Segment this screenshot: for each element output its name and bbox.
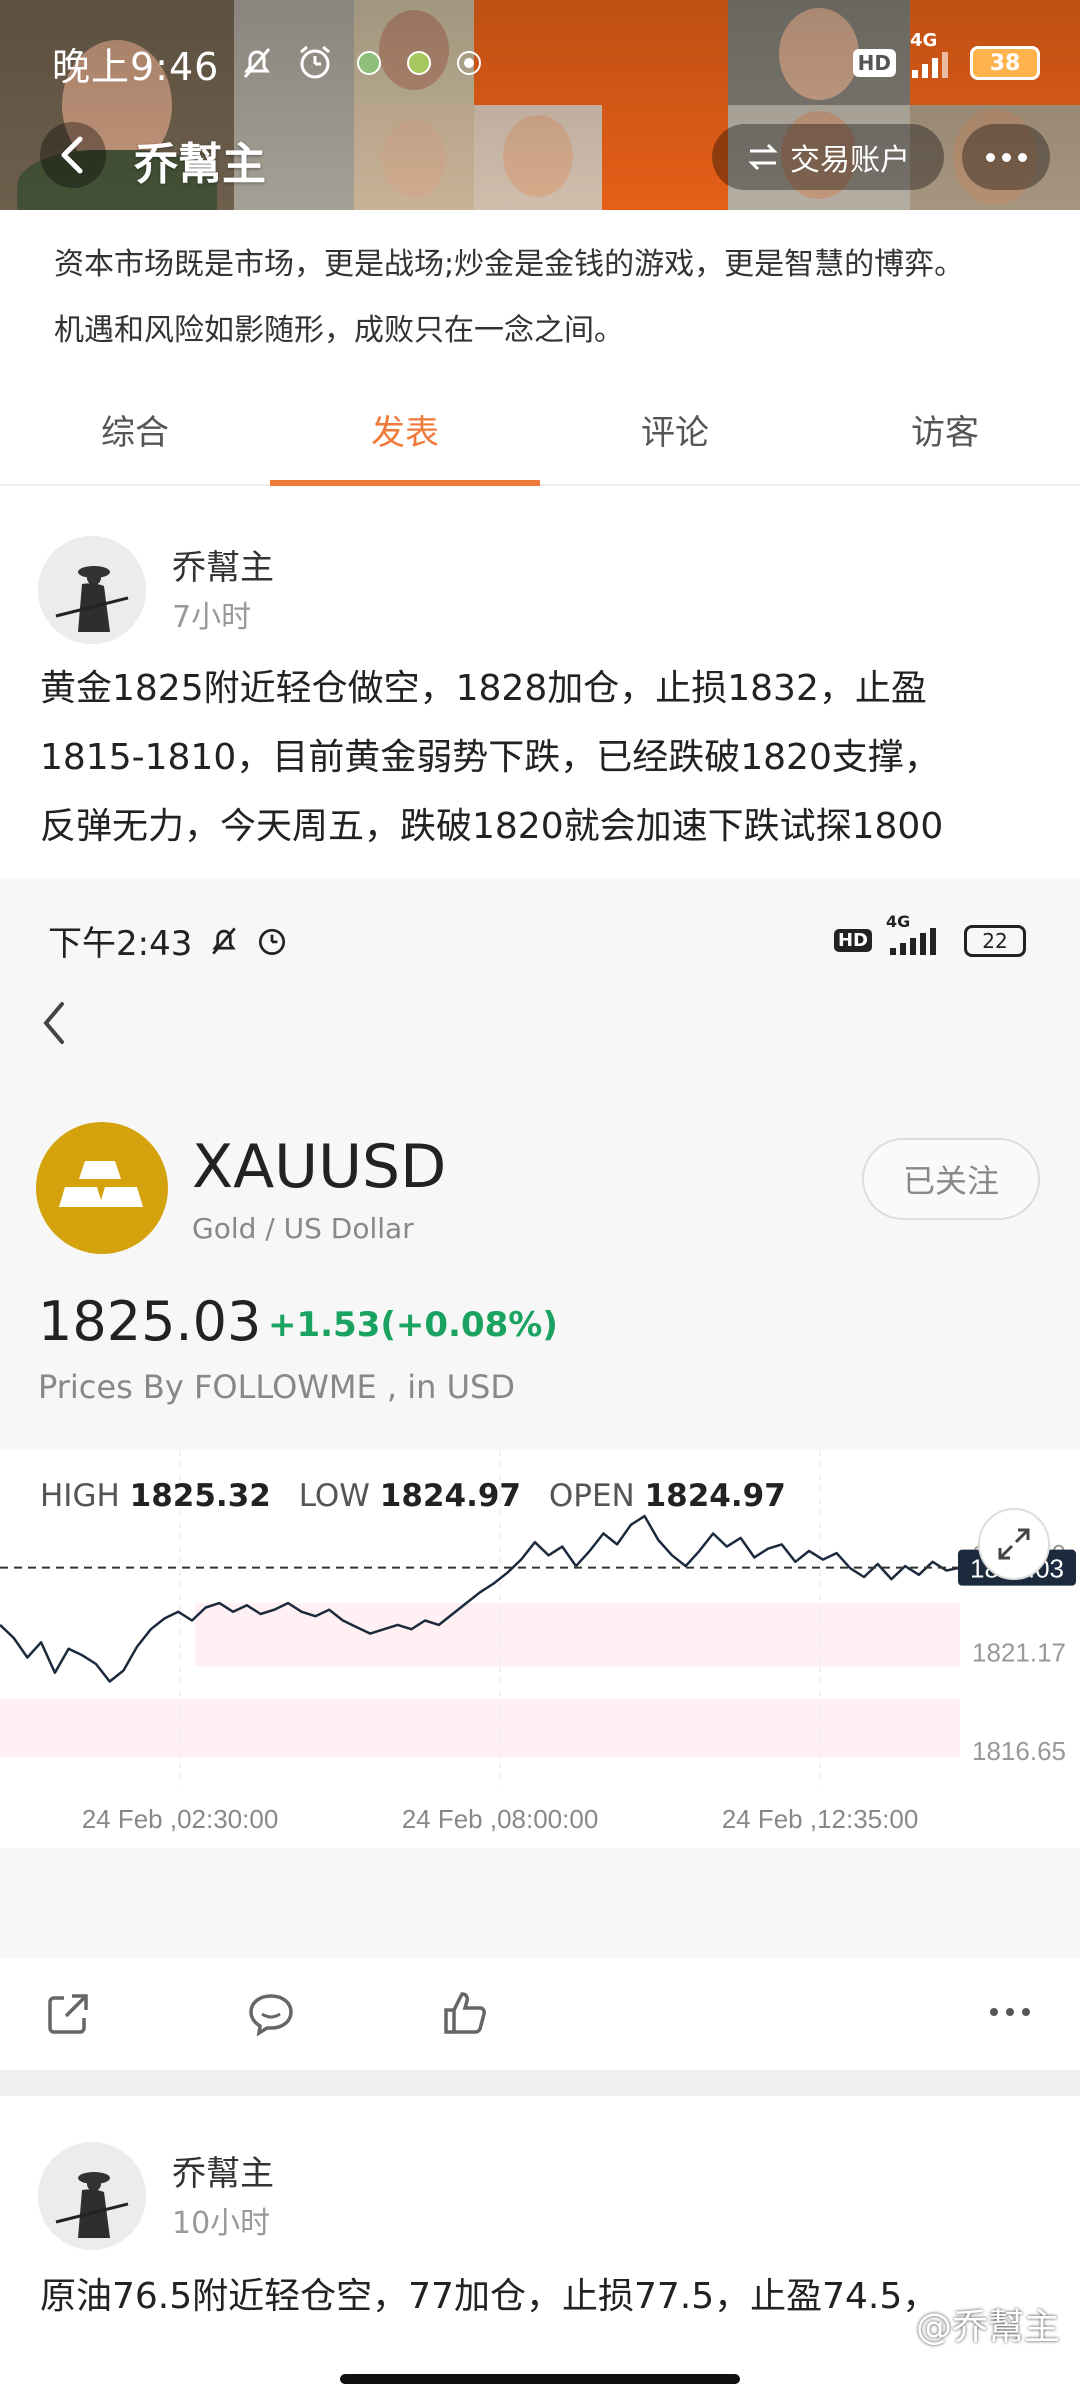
y-tick-label: 1816.65 [972,1736,1066,1766]
trading-account-label: 交易账户 [790,143,910,178]
price-source: Prices By FOLLOWME , in USD [38,1368,515,1406]
tab-overview[interactable]: 综合 [0,390,270,484]
mute-icon [237,43,277,83]
open-label: OPEN [548,1478,635,1514]
embedded-back-button [40,1000,70,1050]
network-type: 4G [886,911,911,931]
signal-icon: 4G [886,912,950,956]
symbol-description: Gold / US Dollar [192,1212,414,1245]
comment-button[interactable] [246,1990,296,2042]
x-tick-label: 24 Feb ,02:30:00 [82,1804,279,1834]
high-label: HIGH [40,1478,120,1514]
battery-icon: 22 [964,924,1026,957]
app-notification-icon [403,47,435,79]
y-tick-label: 1821.17 [972,1638,1066,1668]
thumbs-up-icon [444,1992,486,2034]
alarm-icon [295,43,335,83]
low-label: LOW [298,1478,370,1514]
trading-account-button[interactable]: 交易账户 [712,124,944,190]
avatar[interactable] [38,2142,146,2250]
like-button[interactable] [440,1988,490,2042]
post-text-line: 反弹无力，今天周五，跌破1820就会加速下跌试探1800 [40,806,944,847]
app-notification-icon [353,47,385,79]
post-time: 10小时 [172,2206,271,2241]
post-text-line: 1815-1810，目前黄金弱势下跌，已经跌破1820支撑， [40,737,940,778]
chart-band [195,1603,960,1667]
bio-line-1: 资本市场既是市场，更是战场;炒金是金钱的游戏，更是智慧的博弈。 [54,247,965,282]
post-author[interactable]: 乔幫主 [172,2146,274,2195]
embedded-status-time: 下午2:43 [48,924,193,964]
tab-comments[interactable]: 评论 [540,390,810,484]
alarm-icon [259,928,286,955]
symbol-name: XAUUSD [192,1132,447,1202]
watermark: @乔幫主 [915,2307,1060,2348]
embedded-status-bar: 下午2:43 HD 4G 22 [48,912,1026,965]
high-low-open: HIGH 1825.32 LOW 1824.97 OPEN 1824.97 [40,1478,804,1514]
profile-bio: 资本市场既是市场，更是战场;炒金是金钱的游戏，更是智慧的博弈。 机遇和风险如影随… [54,232,1054,364]
x-tick-label: 24 Feb ,12:35:00 [722,1804,919,1834]
x-tick-label: 24 Feb ,08:00:00 [402,1804,599,1834]
share-icon [48,1994,88,2034]
bio-line-2: 机遇和风险如影随形，成败只在一念之间。 [54,313,624,348]
battery-icon: 38 [970,46,1040,80]
tab-visitors[interactable]: 访客 [810,390,1080,484]
chevron-left-icon [43,1002,64,1044]
fullscreen-button [978,1508,1050,1580]
tab-posts[interactable]: 发表 [270,390,540,486]
network-type: 4G [910,30,938,51]
profile-tabs: 综合 发表 评论 访客 [0,390,1080,486]
followed-button: 已关注 [862,1138,1040,1220]
share-button[interactable] [44,1990,92,2042]
hd-icon: HD [852,49,896,77]
avatar[interactable] [38,536,146,644]
status-time: 晚上9:46 [52,44,220,89]
expand-icon [998,1528,1030,1560]
post-text: 黄金1825附近轻仓做空，1828加仓，止损1832，止盈 1815-1810，… [40,654,1050,861]
more-options-button[interactable] [990,2008,1030,2016]
more-menu-button[interactable] [962,124,1050,190]
gold-bars-icon [36,1122,168,1254]
app-notification-icon [453,47,485,79]
post-text: 原油76.5附近轻仓空，77加仓，止损77.5，止盈74.5， [40,2262,1050,2331]
hd-icon: HD [833,929,872,952]
page-title: 乔幫主 [134,139,266,190]
post-time: 7小时 [172,600,252,635]
divider [0,2070,1080,2096]
post-text-line: 原油76.5附近轻仓空，77加仓，止损77.5，止盈74.5， [40,2276,939,2317]
post-text-line: 黄金1825附近轻仓做空，1828加仓，止损1832，止盈 [40,668,927,709]
status-bar: 晚上9:46 HD 4G 38 [52,30,1040,89]
chevron-left-icon [61,136,83,174]
open-value: 1824.97 [644,1478,786,1514]
chart-band [0,1698,960,1758]
high-value: 1825.32 [129,1478,271,1514]
post-image[interactable]: 下午2:43 HD 4G 22 XAUUSD Gold / US Dollar … [0,878,1080,1958]
post-action-bar [0,1958,1080,2070]
signal-icon: 4G [910,30,956,80]
low-value: 1824.97 [379,1478,521,1514]
back-button[interactable] [40,122,106,188]
battery-level: 38 [989,50,1021,76]
battery-level: 22 [982,928,1008,953]
price-change: +1.53(+0.08%) [268,1305,558,1345]
home-indicator[interactable] [340,2374,740,2384]
comment-icon [249,1994,293,2037]
mute-icon [212,927,237,954]
swap-icon [748,143,778,171]
post-author[interactable]: 乔幫主 [172,540,274,589]
current-price: 1825.03 [38,1290,262,1353]
